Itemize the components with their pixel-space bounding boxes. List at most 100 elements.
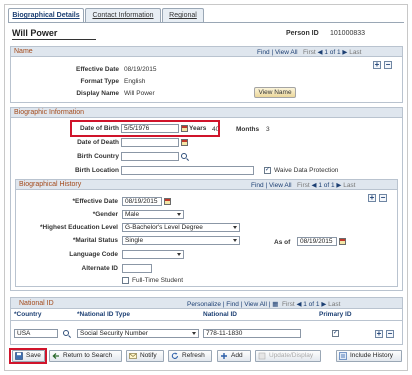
column-header-national-id: National ID xyxy=(203,311,237,318)
return-to-search-button[interactable]: Return to Search xyxy=(49,350,122,362)
grid-icon[interactable]: ▦ xyxy=(272,301,278,308)
return-icon xyxy=(52,353,59,359)
first-link[interactable]: First xyxy=(303,49,316,56)
as-of-input[interactable]: 08/19/2015 xyxy=(297,237,337,246)
view-all-link[interactable]: View All xyxy=(275,49,298,56)
display-name-label: Display Name xyxy=(76,90,119,97)
view-all-link[interactable]: View All xyxy=(269,182,292,189)
include-history-button[interactable]: Include History xyxy=(336,350,402,362)
months-value: 3 xyxy=(266,126,270,133)
section-header: Biographical History Find | View All Fir… xyxy=(16,180,397,190)
next-icon[interactable]: ▶ xyxy=(321,301,326,308)
delete-row-icon[interactable]: − xyxy=(379,194,387,202)
calendar-icon[interactable] xyxy=(164,198,171,205)
personalize-link[interactable]: Personalize xyxy=(187,301,221,308)
tab-regional[interactable]: Regional xyxy=(162,8,204,22)
education-select[interactable]: G-Bachelor's Level Degree xyxy=(122,223,240,232)
add-row-icon[interactable]: + xyxy=(375,330,383,338)
birth-country-label: Birth Country xyxy=(77,153,119,160)
waive-data-protection-label: Waive Data Protection xyxy=(274,167,339,174)
section-header: Name Find | View All First ◀ 1 of 1 ▶ La… xyxy=(11,47,402,57)
display-name-value: Will Power xyxy=(124,90,155,97)
country-input[interactable]: USA xyxy=(14,329,58,338)
delete-row-icon[interactable]: − xyxy=(386,330,394,338)
education-label: *Highest Education Level xyxy=(39,224,118,231)
range-text: 1 of 1 xyxy=(324,49,341,56)
find-link[interactable]: Find xyxy=(257,49,270,56)
first-link[interactable]: First xyxy=(297,182,310,189)
view-name-button[interactable]: View Name xyxy=(254,87,296,98)
range-text: 1 of 1 xyxy=(303,301,320,308)
alternate-id-label: Alternate ID xyxy=(81,265,118,272)
last-link[interactable]: Last xyxy=(349,49,361,56)
refresh-icon xyxy=(171,352,178,359)
update-display-button[interactable]: Update/Display xyxy=(255,350,321,362)
add-button[interactable]: Add xyxy=(217,350,251,362)
birth-country-input[interactable] xyxy=(121,152,179,161)
last-link[interactable]: Last xyxy=(328,301,340,308)
dob-highlight-box xyxy=(70,120,220,137)
tab-contact-information[interactable]: Contact Information xyxy=(85,8,161,22)
section-title: National ID xyxy=(19,300,54,307)
calendar-icon[interactable] xyxy=(339,238,346,245)
history-icon xyxy=(339,352,347,360)
notify-button[interactable]: Notify xyxy=(126,350,164,362)
refresh-label: Refresh xyxy=(182,352,205,359)
next-icon[interactable]: ▶ xyxy=(336,182,341,189)
record-nav: Find | View All First ◀ 1 of 1 ▶ Last xyxy=(257,49,362,56)
prev-icon[interactable]: ◀ xyxy=(312,182,317,189)
section-header: Biographic Information xyxy=(11,108,402,118)
section-title: Biographic Information xyxy=(14,109,85,116)
find-link[interactable]: Find xyxy=(251,182,264,189)
name-underline xyxy=(12,39,96,40)
calendar-icon[interactable] xyxy=(181,139,188,146)
language-code-select[interactable] xyxy=(122,250,184,259)
primary-id-checkbox[interactable]: ✓ xyxy=(332,330,339,337)
effective-date-input[interactable]: 08/19/2015 xyxy=(122,197,162,206)
birth-location-input[interactable] xyxy=(121,166,254,175)
refresh-button[interactable]: Refresh xyxy=(168,350,212,362)
effective-date-label: Effective Date xyxy=(76,66,119,73)
return-label: Return to Search xyxy=(63,352,113,359)
national-id-type-select[interactable]: Social Security Number xyxy=(77,329,199,338)
gender-select[interactable]: Male xyxy=(122,210,184,219)
full-time-student-checkbox[interactable] xyxy=(122,277,129,284)
last-link[interactable]: Last xyxy=(343,182,355,189)
marital-status-label: *Marital Status xyxy=(72,237,118,244)
section-title: Biographical History xyxy=(19,181,82,188)
effective-date-label: *Effective Date xyxy=(72,198,118,205)
add-label: Add xyxy=(231,352,243,359)
name-section: Name Find | View All First ◀ 1 of 1 ▶ La… xyxy=(10,46,403,103)
lookup-icon[interactable] xyxy=(181,153,187,159)
national-id-section: National ID Personalize | Find | View Al… xyxy=(10,297,403,345)
gender-label: *Gender xyxy=(92,211,118,218)
format-type-label: Format Type xyxy=(80,78,119,85)
add-row-icon[interactable]: + xyxy=(368,194,376,202)
tab-biographical-details[interactable]: Biographical Details xyxy=(8,8,84,23)
prev-icon[interactable]: ◀ xyxy=(318,49,323,56)
lookup-icon[interactable] xyxy=(63,330,69,336)
add-row-icon[interactable]: + xyxy=(373,61,381,69)
first-link[interactable]: First xyxy=(282,301,295,308)
notify-label: Notify xyxy=(140,352,157,359)
national-id-input[interactable]: 778-11-1830 xyxy=(203,329,301,338)
alternate-id-input[interactable] xyxy=(122,264,152,273)
update-icon xyxy=(258,352,266,360)
birth-location-label: Birth Location xyxy=(74,167,119,174)
waive-data-protection-checkbox[interactable]: ✓ xyxy=(264,167,271,174)
section-title: Name xyxy=(14,48,33,55)
delete-row-icon[interactable]: − xyxy=(384,61,392,69)
effective-date-value: 08/19/2015 xyxy=(124,66,157,73)
find-link[interactable]: Find xyxy=(226,301,239,308)
prev-icon[interactable]: ◀ xyxy=(296,301,301,308)
language-code-label: Language Code xyxy=(69,251,118,258)
tab-label: Regional xyxy=(169,12,197,19)
tab-label: Biographical Details xyxy=(12,12,80,19)
view-all-link[interactable]: View All xyxy=(244,301,267,308)
dod-input[interactable] xyxy=(121,138,179,147)
save-highlight-box xyxy=(9,348,47,364)
next-icon[interactable]: ▶ xyxy=(342,49,347,56)
section-header: National ID Personalize | Find | View Al… xyxy=(11,298,402,309)
record-nav: Find | View All First ◀ 1 of 1 ▶ Last xyxy=(251,182,356,189)
marital-status-select[interactable]: Single xyxy=(122,236,240,245)
